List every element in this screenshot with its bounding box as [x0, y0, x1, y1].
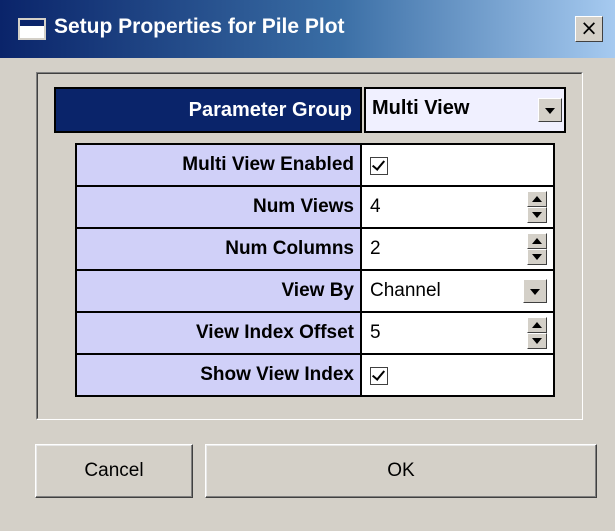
- window-title: Setup Properties for Pile Plot: [54, 15, 345, 38]
- parameter-group-label: Parameter Group: [54, 87, 362, 133]
- property-label: Num Columns: [77, 229, 362, 269]
- parameter-group-value: Multi View: [372, 97, 470, 119]
- view-by-value: Channel: [370, 280, 441, 301]
- num-columns-field[interactable]: 2: [362, 229, 553, 269]
- num-views-field[interactable]: 4: [362, 187, 553, 227]
- show-view-index-checkbox[interactable]: [370, 367, 388, 385]
- spin-down-icon[interactable]: [527, 207, 547, 223]
- property-row-num-columns: Num Columns 2: [77, 229, 553, 271]
- ok-button[interactable]: OK: [205, 444, 597, 498]
- property-value: [362, 145, 553, 185]
- property-label: View Index Offset: [77, 313, 362, 353]
- property-value: [362, 355, 553, 395]
- property-row-multi-view-enabled: Multi View Enabled: [77, 145, 553, 187]
- property-row-show-view-index: Show View Index: [77, 355, 553, 397]
- num-views-value: 4: [370, 196, 381, 217]
- chevron-down-icon[interactable]: [523, 279, 547, 303]
- spin-down-icon[interactable]: [527, 333, 547, 349]
- multi-view-enabled-checkbox[interactable]: [370, 157, 388, 175]
- num-columns-spinner[interactable]: [527, 233, 547, 265]
- view-by-dropdown[interactable]: Channel: [362, 271, 553, 311]
- spin-down-icon[interactable]: [527, 249, 547, 265]
- num-views-spinner[interactable]: [527, 191, 547, 223]
- property-label: Show View Index: [77, 355, 362, 395]
- property-label: View By: [77, 271, 362, 311]
- view-index-offset-value: 5: [370, 322, 381, 343]
- view-index-offset-field[interactable]: 5: [362, 313, 553, 353]
- property-label: Multi View Enabled: [77, 145, 362, 185]
- property-row-num-views: Num Views 4: [77, 187, 553, 229]
- chevron-down-icon[interactable]: [538, 98, 562, 122]
- property-grid: Multi View Enabled Num Views 4 Num Colum…: [75, 143, 555, 397]
- spin-up-icon[interactable]: [527, 191, 547, 207]
- property-label: Num Views: [77, 187, 362, 227]
- view-index-offset-spinner[interactable]: [527, 317, 547, 349]
- close-button[interactable]: ×: [575, 16, 603, 42]
- title-bar: Setup Properties for Pile Plot ×: [0, 0, 615, 58]
- window-icon: [18, 18, 46, 40]
- property-row-view-index-offset: View Index Offset 5: [77, 313, 553, 355]
- parameter-group-row: Parameter Group Multi View: [54, 87, 566, 133]
- cancel-button[interactable]: Cancel: [35, 444, 193, 498]
- spin-up-icon[interactable]: [527, 317, 547, 333]
- spin-up-icon[interactable]: [527, 233, 547, 249]
- num-columns-value: 2: [370, 238, 381, 259]
- property-row-view-by: View By Channel: [77, 271, 553, 313]
- parameter-group-dropdown[interactable]: Multi View: [364, 87, 566, 133]
